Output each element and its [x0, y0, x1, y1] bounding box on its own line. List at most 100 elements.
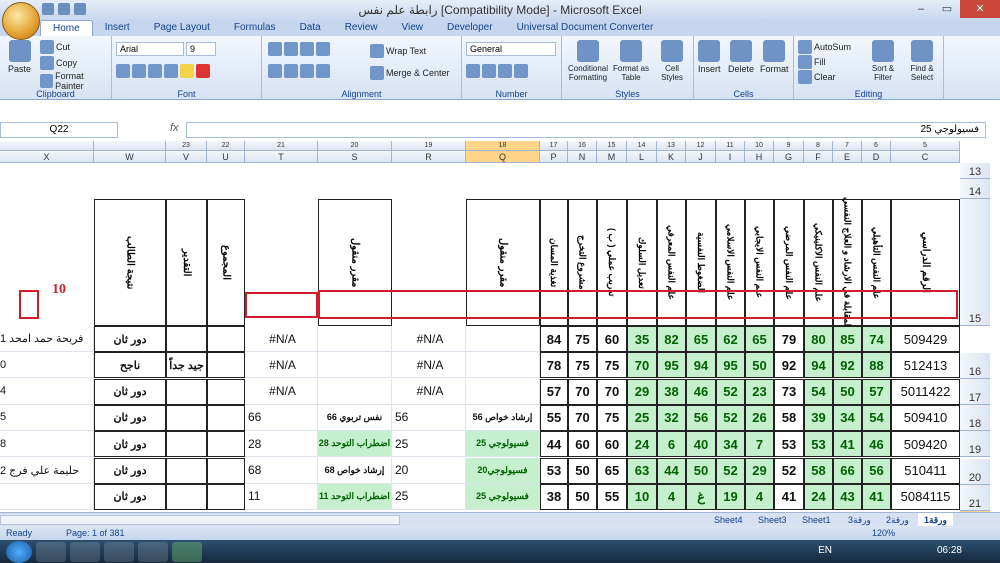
- cell-i21[interactable]: 52: [716, 457, 745, 484]
- column-header-f[interactable]: 8: [804, 141, 833, 151]
- cell-w20[interactable]: دور ثان: [94, 431, 166, 458]
- chrome-icon[interactable]: [70, 541, 100, 562]
- fx-icon[interactable]: fx: [170, 122, 179, 134]
- cell-x19[interactable]: 5: [0, 404, 94, 431]
- cell-v19[interactable]: [166, 404, 207, 431]
- cell-s22[interactable]: اضطراب التوحد 11: [318, 483, 392, 510]
- cell-e20[interactable]: 41: [833, 431, 862, 458]
- column-letter-g[interactable]: G: [774, 151, 804, 163]
- column-header-l[interactable]: 14: [627, 141, 657, 151]
- delete-button[interactable]: Delete: [728, 40, 754, 74]
- cell-h20[interactable]: 7: [745, 431, 774, 458]
- column-header-w[interactable]: [94, 141, 166, 151]
- copy-button[interactable]: Copy: [40, 56, 77, 70]
- cell-n19[interactable]: 70: [568, 404, 597, 431]
- font-size-select[interactable]: 9: [186, 42, 216, 56]
- cell-h18[interactable]: 23: [745, 378, 774, 405]
- column-header-n[interactable]: 16: [568, 141, 597, 151]
- sheet-tab[interactable]: ورقة3: [842, 513, 877, 527]
- autosum-button[interactable]: AutoSum: [798, 40, 851, 54]
- ie-icon[interactable]: [104, 541, 134, 562]
- number-format-buttons[interactable]: [466, 64, 528, 78]
- tab-view[interactable]: View: [389, 20, 435, 36]
- cell-d16[interactable]: 74: [862, 326, 891, 352]
- cell-i16[interactable]: 62: [716, 326, 745, 352]
- cell-u19[interactable]: [207, 404, 245, 431]
- cell-s16[interactable]: [318, 326, 392, 352]
- cell-t17[interactable]: #N/A: [245, 352, 318, 379]
- cell-h22[interactable]: 4: [745, 483, 774, 510]
- paste-button[interactable]: Paste: [8, 40, 31, 74]
- column-letter-t[interactable]: T: [245, 151, 318, 163]
- cell-x21[interactable]: حليمة علي فرج 2: [0, 457, 94, 484]
- cell-e16[interactable]: 85: [833, 326, 862, 352]
- cell-s18[interactable]: [318, 378, 392, 405]
- cell-f22[interactable]: 24: [804, 483, 833, 510]
- column-header-c[interactable]: 5: [891, 141, 960, 151]
- column-letter-i[interactable]: I: [716, 151, 745, 163]
- column-header-i[interactable]: 11: [716, 141, 745, 151]
- sheet-tab[interactable]: Sheet3: [752, 513, 793, 527]
- cell-r17[interactable]: #N/A: [392, 352, 466, 379]
- format-button[interactable]: Format: [760, 40, 789, 74]
- horizontal-scrollbar[interactable]: [0, 515, 400, 525]
- cell-k19[interactable]: 32: [657, 404, 686, 431]
- cell-x20[interactable]: 8: [0, 431, 94, 458]
- cell-k16[interactable]: 82: [657, 326, 686, 352]
- cell-s21[interactable]: إرشاد خواص 68: [318, 457, 392, 484]
- cell-n17[interactable]: 75: [568, 352, 597, 379]
- cell-q21[interactable]: فسيولوجي20: [466, 457, 540, 484]
- cell-t21[interactable]: 68: [245, 457, 318, 484]
- column-header-h[interactable]: 10: [745, 141, 774, 151]
- font-family-select[interactable]: Arial: [116, 42, 184, 56]
- cell-g20[interactable]: 53: [774, 431, 804, 458]
- cell-l16[interactable]: 35: [627, 326, 657, 352]
- close-button[interactable]: ✕: [960, 0, 1000, 18]
- cell-h16[interactable]: 65: [745, 326, 774, 352]
- cell-j22[interactable]: غ: [686, 483, 716, 510]
- cell-w16[interactable]: دور ثان: [94, 326, 166, 352]
- cell-w17[interactable]: ناجح: [94, 352, 166, 379]
- cell-k21[interactable]: 44: [657, 457, 686, 484]
- cell-u16[interactable]: [207, 326, 245, 352]
- cell-k20[interactable]: 6: [657, 431, 686, 458]
- column-letter-k[interactable]: K: [657, 151, 686, 163]
- cell-i19[interactable]: 52: [716, 404, 745, 431]
- cell-h19[interactable]: 26: [745, 404, 774, 431]
- row-header-15[interactable]: 15: [960, 199, 990, 326]
- tab-home[interactable]: Home: [40, 20, 93, 36]
- name-box[interactable]: Q22: [0, 122, 118, 138]
- cell-w22[interactable]: دور ثان: [94, 483, 166, 510]
- sort-filter-button[interactable]: Sort & Filter: [866, 40, 900, 82]
- cell-f16[interactable]: 80: [804, 326, 833, 352]
- column-header-j[interactable]: 12: [686, 141, 716, 151]
- column-header-u[interactable]: 22: [207, 141, 245, 151]
- cell-l17[interactable]: 70: [627, 352, 657, 379]
- cell-u18[interactable]: [207, 378, 245, 405]
- cell-v20[interactable]: [166, 431, 207, 458]
- cell-g21[interactable]: 52: [774, 457, 804, 484]
- cell-w19[interactable]: دور ثان: [94, 404, 166, 431]
- find-select-button[interactable]: Find & Select: [904, 40, 940, 82]
- office-button[interactable]: [2, 2, 40, 40]
- cell-f21[interactable]: 58: [804, 457, 833, 484]
- cell-d22[interactable]: 41: [862, 483, 891, 510]
- cell-q18[interactable]: [466, 378, 540, 405]
- cell-p19[interactable]: 55: [540, 404, 568, 431]
- cell-v16[interactable]: [166, 326, 207, 352]
- tab-page-layout[interactable]: Page Layout: [142, 20, 222, 36]
- cell-k17[interactable]: 95: [657, 352, 686, 379]
- sheet-tab[interactable]: ورقة1: [918, 513, 953, 527]
- cell-k18[interactable]: 38: [657, 378, 686, 405]
- column-header-x[interactable]: [0, 141, 94, 151]
- cell-h21[interactable]: 29: [745, 457, 774, 484]
- cell-j20[interactable]: 40: [686, 431, 716, 458]
- cell-k22[interactable]: 4: [657, 483, 686, 510]
- cell-x17[interactable]: 0: [0, 352, 94, 379]
- cell-e19[interactable]: 34: [833, 404, 862, 431]
- cell-f17[interactable]: 94: [804, 352, 833, 379]
- cell-w21[interactable]: دور ثان: [94, 457, 166, 484]
- save-icon[interactable]: [42, 3, 54, 15]
- cell-d17[interactable]: 88: [862, 352, 891, 379]
- cell-p18[interactable]: 57: [540, 378, 568, 405]
